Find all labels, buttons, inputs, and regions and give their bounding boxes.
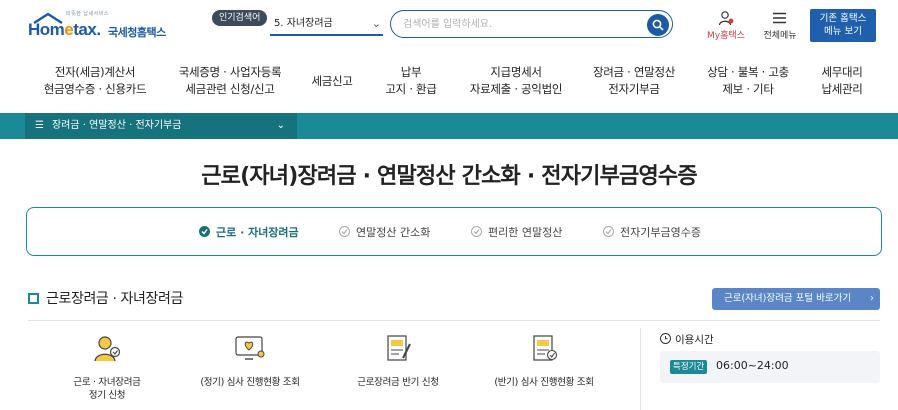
old-hometax-line1: 기존 홈택스 — [819, 13, 867, 24]
logo-tagline: 따뜻한 납세서비스 — [66, 11, 109, 17]
gnb-item-line1: 세무대리 — [821, 65, 863, 79]
service-semiannual-review-status[interactable]: (반기) 심사 진행현황 조회 — [479, 334, 609, 389]
logo-brand: Hometax. — [28, 20, 101, 39]
gnb-item-incentive[interactable]: 장려금 · 연말정산 전자기부금 — [584, 64, 684, 98]
hours-box: 특정기간 06:00~24:00 — [660, 351, 880, 383]
hometax-logo[interactable]: 따뜻한 납세서비스 Hometax. 국세청홈택스 — [28, 10, 178, 44]
tab-work-child-incentive[interactable]: 근로 · 자녀장려금 — [199, 224, 299, 240]
hours-title: 이용시간 — [660, 332, 714, 347]
my-hometax-button[interactable]: My홈택스 — [700, 10, 752, 42]
tab-year-end-simplified[interactable]: 연말정산 간소화 — [339, 224, 430, 240]
my-hometax-label: My홈택스 — [707, 31, 745, 41]
gnb-item-line1: 세금신고 — [311, 74, 353, 88]
service-regular-application[interactable]: 근로 · 자녀장려금 정기 신청 — [42, 334, 172, 402]
gnb-item-line1: 상담 · 불복 · 고충 — [707, 65, 789, 79]
old-hometax-button[interactable]: 기존 홈택스 메뉴 보기 — [810, 9, 876, 42]
page-title: 근로(자녀)장려금 · 연말정산 간소화 · 전자기부금영수증 — [201, 164, 697, 189]
search-input[interactable] — [403, 16, 633, 32]
document-check-icon — [533, 335, 558, 361]
tab-bar: 근로 · 자녀장려금 연말정산 간소화 편리한 연말정산 전자기부금영수증 — [26, 207, 882, 256]
gnb-item-tax-agent[interactable]: 세무대리 납세관리 — [810, 64, 874, 98]
clock-icon — [660, 333, 671, 344]
section-title: 근로장려금 · 자녀장려금 — [28, 288, 183, 308]
chevron-down-icon: ⌄ — [371, 17, 381, 30]
check-circle-icon — [471, 226, 482, 237]
all-menu-label: 전체메뉴 — [763, 31, 797, 41]
check-circle-icon — [339, 226, 350, 237]
gnb-item-payment[interactable]: 납부 고지 · 환급 — [375, 64, 447, 98]
hours-time: 06:00~24:00 — [716, 359, 789, 372]
popular-search-badge: 인기검색어 — [212, 10, 268, 26]
gnb-item-line1: 국세증명 · 사업자등록 — [178, 65, 282, 79]
tab-label: 근로 · 자녀장려금 — [216, 226, 299, 239]
top-header: 따뜻한 납세서비스 Hometax. 국세청홈택스 인기검색어 5. 자녀장려금… — [0, 0, 898, 52]
service-label: (반기) 심사 진행현황 조회 — [494, 377, 594, 388]
portal-button-label: 근로(자녀)장려금 포털 바로가기 — [724, 293, 852, 304]
hamburger-icon — [773, 12, 786, 24]
monitor-heart-icon — [235, 336, 265, 360]
section-divider — [28, 320, 880, 321]
check-circle-icon — [603, 226, 614, 237]
list-icon: ☰ — [35, 120, 44, 131]
gnb-item-payment-statement[interactable]: 지급명세서 자료제출 · 공익법인 — [460, 64, 572, 98]
user-icon — [718, 11, 734, 26]
person-coin-icon — [94, 336, 121, 362]
old-hometax-line2: 메뉴 보기 — [824, 26, 862, 37]
service-label: (정기) 심사 진행현황 조회 — [200, 377, 300, 388]
breadcrumb-label: 장려금 · 연말정산 · 전자기부금 — [51, 120, 182, 131]
check-circle-icon — [199, 226, 210, 237]
main-navigation: 전자(세금)계산서 현금영수증 · 신용카드 국세증명 · 사업자등록 세금관련… — [0, 60, 898, 104]
gnb-item-tax-filing[interactable]: 세금신고 — [302, 73, 362, 90]
section-title-label: 근로장려금 · 자녀장려금 — [46, 291, 183, 307]
service-label: 근로 · 자녀장려금 정기 신청 — [73, 377, 141, 401]
all-menu-button[interactable]: 전체메뉴 — [758, 10, 802, 42]
period-badge: 특정기간 — [670, 360, 708, 374]
tab-convenient-year-end[interactable]: 편리한 연말정산 — [471, 224, 562, 240]
gnb-item-line1: 납부 — [400, 65, 422, 79]
tab-donation-receipt[interactable]: 전자기부금영수증 — [603, 224, 701, 240]
breadcrumb[interactable]: ☰ 장려금 · 연말정산 · 전자기부금 ⌄ — [25, 113, 297, 139]
gnb-item-consult[interactable]: 상담 · 불복 · 고충 제보 · 기타 — [696, 64, 800, 98]
popular-keyword: 5. 자녀장려금 — [274, 18, 333, 29]
gnb-item-line2: 제보 · 기타 — [722, 82, 774, 96]
gnb-item-line1: 전자(세금)계산서 — [54, 65, 136, 79]
gnb-item-line1: 장려금 · 연말정산 — [592, 65, 676, 79]
gnb-item-line2: 자료제출 · 공익법인 — [469, 82, 563, 96]
logo-korean: 국세청홈택스 — [108, 26, 166, 39]
search-box — [390, 10, 673, 38]
gnb-item-line2: 세금관련 신청/신고 — [185, 82, 275, 96]
document-pen-icon — [387, 335, 411, 361]
search-icon — [652, 19, 664, 31]
chevron-right-icon: › — [870, 293, 874, 304]
popular-keyword-select[interactable]: 5. 자녀장려금 ⌄ — [270, 14, 383, 36]
gnb-item-line2: 전자기부금 — [608, 82, 660, 96]
gnb-item-line1: 지급명세서 — [490, 65, 542, 79]
hours-title-label: 이용시간 — [675, 334, 714, 346]
search-button[interactable] — [647, 14, 669, 36]
gnb-item-line2: 현금영수증 · 신용카드 — [43, 82, 147, 96]
service-regular-review-status[interactable]: (정기) 심사 진행현황 조회 — [185, 334, 315, 389]
square-bullet-icon — [28, 293, 39, 304]
tab-label: 연말정산 간소화 — [356, 226, 431, 239]
service-semiannual-application[interactable]: 근로장려금 반기 신청 — [333, 334, 463, 389]
gnb-item-line2: 납세관리 — [821, 82, 863, 96]
tab-label: 편리한 연말정산 — [488, 226, 563, 239]
gnb-item-line2: 고지 · 환급 — [385, 82, 437, 96]
vertical-divider — [640, 328, 641, 410]
tab-label: 전자기부금영수증 — [620, 226, 701, 239]
chevron-down-icon: ⌄ — [276, 120, 285, 131]
gnb-item-invoice[interactable]: 전자(세금)계산서 현금영수증 · 신용카드 — [40, 64, 150, 98]
gnb-item-certificate[interactable]: 국세증명 · 사업자등록 세금관련 신청/신고 — [170, 64, 290, 98]
incentive-portal-button[interactable]: 근로(자녀)장려금 포털 바로가기 › — [712, 288, 880, 310]
breadcrumb-bar: ☰ 장려금 · 연말정산 · 전자기부금 ⌄ — [0, 113, 898, 139]
service-label: 근로장려금 반기 신청 — [357, 377, 439, 388]
